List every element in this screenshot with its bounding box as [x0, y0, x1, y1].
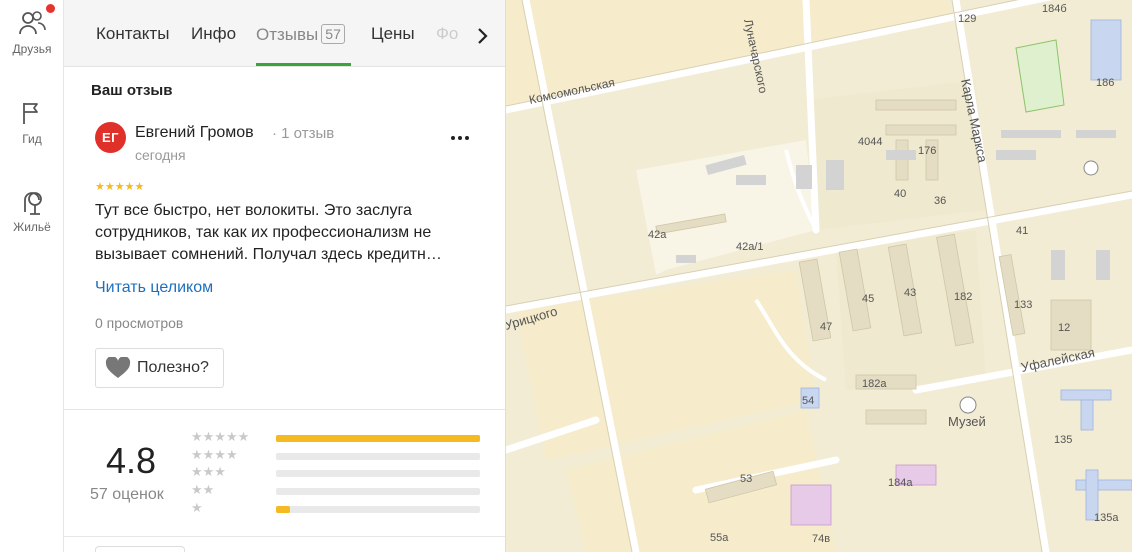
- svg-text:41: 41: [1016, 225, 1028, 237]
- divider: [64, 409, 505, 410]
- next-section-stub: [95, 546, 185, 552]
- review-stars: ★★★★★: [95, 181, 145, 193]
- svg-text:186: 186: [1096, 77, 1114, 89]
- useful-button[interactable]: Полезно?: [95, 348, 224, 388]
- svg-text:Музей: Музей: [948, 414, 986, 429]
- chevron-right-icon: [478, 28, 488, 44]
- rating-row-bar: [276, 453, 480, 460]
- rating-value: 4.8: [106, 440, 157, 481]
- rating-row-stars: ★★: [191, 482, 215, 497]
- notification-dot: [46, 4, 55, 13]
- svg-text:135: 135: [1054, 434, 1072, 446]
- svg-text:4044: 4044: [858, 136, 882, 148]
- rating-row-fill: [276, 506, 291, 513]
- app-root: Друзья Гид Жильё Контакты Инфо Отзывы 57 …: [0, 0, 1132, 552]
- tab-reviews-count: 57: [321, 24, 345, 44]
- svg-text:176: 176: [918, 145, 936, 157]
- rating-row-stars: ★: [191, 500, 203, 515]
- rail-item-friends[interactable]: Друзья: [0, 4, 64, 78]
- map-view[interactable]: Комсомольская Луначарского Карла Маркса …: [506, 0, 1132, 552]
- friends-icon: [17, 8, 47, 38]
- read-more-link[interactable]: Читать целиком: [95, 279, 213, 297]
- rating-row-fill: [276, 435, 480, 442]
- rail-item-guide[interactable]: Гид: [0, 98, 64, 168]
- rating-count: 57 оценок: [90, 486, 164, 503]
- svg-text:133: 133: [1014, 299, 1032, 311]
- tab-reviews-label: Отзывы: [256, 25, 319, 44]
- author-review-count-text: 1 отзыв: [281, 125, 335, 142]
- more-dots-icon: [451, 136, 469, 140]
- heart-icon: [105, 357, 131, 378]
- active-tab-indicator: [256, 63, 351, 66]
- avatar[interactable]: ЕГ: [95, 122, 126, 153]
- svg-text:129: 129: [958, 13, 976, 25]
- svg-text:42а/1: 42а/1: [736, 241, 764, 253]
- svg-text:182: 182: [954, 291, 972, 303]
- rating-row-bar: [276, 488, 480, 495]
- rating-row-bar: [276, 435, 480, 442]
- tab-reviews[interactable]: Отзывы 57: [256, 24, 345, 45]
- rail-label: Жильё: [13, 220, 51, 234]
- svg-text:54: 54: [802, 395, 814, 407]
- svg-text:40: 40: [894, 188, 906, 200]
- rating-row-bar: [276, 470, 480, 477]
- tab-bar: Контакты Инфо Отзывы 57 Цены Фо: [64, 0, 505, 67]
- divider: [64, 536, 505, 537]
- tab-prices[interactable]: Цены: [371, 24, 415, 44]
- rail-label: Гид: [22, 132, 42, 146]
- tab-contacts[interactable]: Контакты: [96, 24, 169, 44]
- svg-text:45: 45: [862, 293, 874, 305]
- svg-text:184а: 184а: [888, 477, 913, 489]
- flag-icon: [17, 98, 47, 128]
- svg-text:53: 53: [740, 473, 752, 485]
- svg-text:184б: 184б: [1042, 3, 1067, 15]
- views-count: 0 просмотров: [95, 315, 184, 331]
- map-canvas[interactable]: Комсомольская Луначарского Карла Маркса …: [506, 0, 1132, 552]
- review-date: сегодня: [135, 147, 186, 163]
- rating-row-stars: ★★★: [191, 464, 226, 479]
- useful-label: Полезно?: [137, 359, 209, 376]
- organization-panel: Контакты Инфо Отзывы 57 Цены Фо Ваш отзыв…: [64, 0, 506, 552]
- tabs-next-button[interactable]: [470, 24, 494, 48]
- svg-text:182а: 182а: [862, 378, 887, 390]
- author-review-count: · 1 отзыв: [272, 125, 335, 142]
- rating-row-stars: ★★★★★: [191, 429, 250, 444]
- left-rail: Друзья Гид Жильё: [0, 0, 64, 552]
- rail-item-housing[interactable]: Жильё: [0, 186, 64, 256]
- housing-icon: [17, 186, 47, 216]
- svg-text:36: 36: [934, 195, 946, 207]
- svg-text:55а: 55а: [710, 532, 729, 544]
- svg-text:42а: 42а: [648, 229, 667, 241]
- svg-text:135а: 135а: [1094, 512, 1119, 524]
- tab-photos[interactable]: Фо: [436, 24, 458, 44]
- more-options-button[interactable]: [448, 128, 472, 148]
- rating-row-bar: [276, 506, 480, 513]
- rail-label: Друзья: [12, 42, 52, 56]
- svg-text:12: 12: [1058, 322, 1070, 334]
- section-title: Ваш отзыв: [91, 82, 173, 99]
- review-text: Тут все быстро, нет волокиты. Это заслуг…: [95, 202, 442, 263]
- tab-info[interactable]: Инфо: [191, 24, 236, 44]
- svg-text:74в: 74в: [812, 533, 830, 545]
- svg-text:47: 47: [820, 321, 832, 333]
- author-name[interactable]: Евгений Громов: [135, 124, 254, 142]
- rating-row-stars: ★★★★: [191, 447, 238, 462]
- svg-text:43: 43: [904, 287, 916, 299]
